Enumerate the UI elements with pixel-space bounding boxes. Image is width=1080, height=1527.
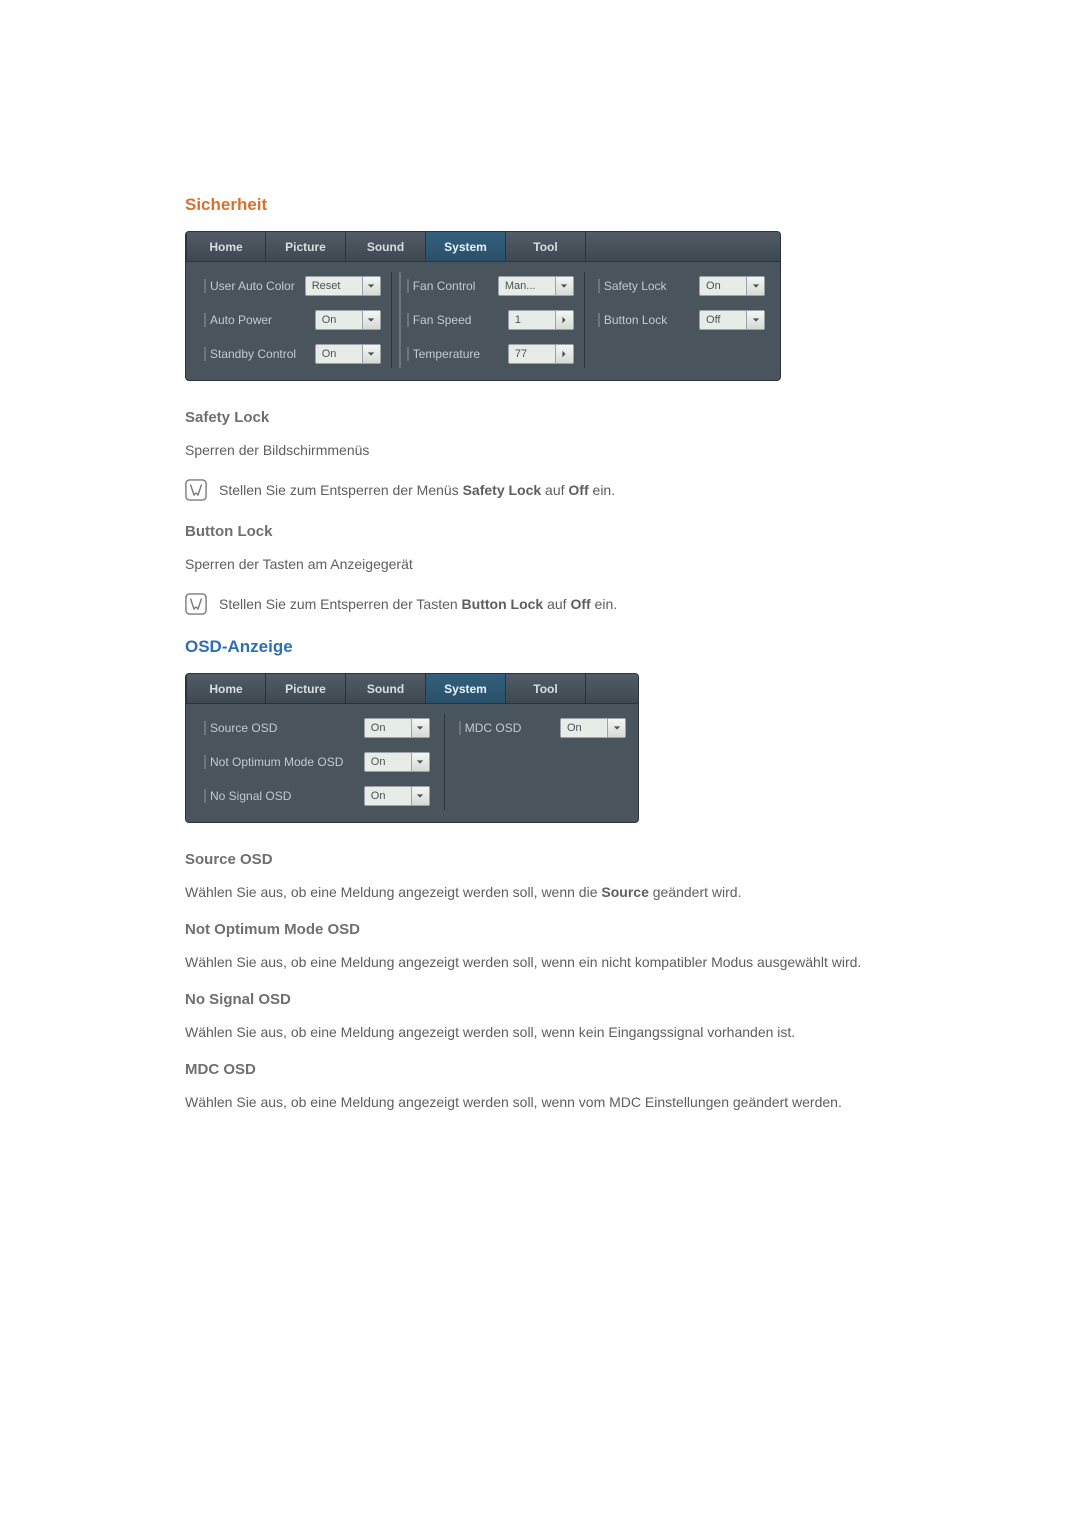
dropdown-user-auto-color[interactable]: Reset xyxy=(305,276,381,296)
desc-mdc-osd: Wählen Sie aus, ob eine Meldung angezeig… xyxy=(185,1092,895,1113)
tab-tool[interactable]: Tool xyxy=(506,232,586,261)
spinner-temperature[interactable]: 77 xyxy=(508,344,574,364)
heading-button-lock: Button Lock xyxy=(185,523,895,540)
desc-safety-lock: Sperren der Bildschirmmenüs xyxy=(185,440,895,461)
note-icon xyxy=(185,593,207,615)
desc-no-signal: Wählen Sie aus, ob eine Meldung angezeig… xyxy=(185,1022,895,1043)
note-button-lock: Stellen Sie zum Entsperren der Tasten Bu… xyxy=(219,594,617,615)
note-safety-lock: Stellen Sie zum Entsperren der Menüs Saf… xyxy=(219,480,615,501)
chevron-down-icon[interactable] xyxy=(411,719,429,737)
label-source-osd: Source OSD xyxy=(204,721,277,735)
heading-safety-lock: Safety Lock xyxy=(185,409,895,426)
tab-system[interactable]: System xyxy=(426,232,506,261)
chevron-right-icon[interactable] xyxy=(555,311,573,329)
label-not-optimum: Not Optimum Mode OSD xyxy=(204,755,343,769)
desc-source-osd: Wählen Sie aus, ob eine Meldung angezeig… xyxy=(185,882,895,903)
dropdown-standby-control[interactable]: On xyxy=(315,344,381,364)
chevron-down-icon[interactable] xyxy=(607,719,625,737)
chevron-down-icon[interactable] xyxy=(746,277,764,295)
dropdown-fan-control[interactable]: Man... xyxy=(498,276,574,296)
tab-row: Home Picture Sound System Tool xyxy=(186,232,780,262)
label-temperature: Temperature xyxy=(407,347,480,361)
desc-not-optimum: Wählen Sie aus, ob eine Meldung angezeig… xyxy=(185,952,895,973)
dropdown-auto-power[interactable]: On xyxy=(315,310,381,330)
tab-system[interactable]: System xyxy=(426,674,506,703)
dropdown-button-lock[interactable]: Off xyxy=(699,310,765,330)
tab-home[interactable]: Home xyxy=(186,674,266,703)
heading-no-signal: No Signal OSD xyxy=(185,991,895,1008)
chevron-down-icon[interactable] xyxy=(362,345,380,363)
chevron-right-icon[interactable] xyxy=(555,345,573,363)
label-user-auto-color: User Auto Color xyxy=(204,279,295,293)
chevron-down-icon[interactable] xyxy=(411,787,429,805)
label-standby-control: Standby Control xyxy=(204,347,296,361)
label-fan-speed: Fan Speed xyxy=(407,313,472,327)
heading-osd: OSD-Anzeige xyxy=(185,637,895,657)
tab-picture[interactable]: Picture xyxy=(266,232,346,261)
chevron-down-icon[interactable] xyxy=(555,277,573,295)
chevron-down-icon[interactable] xyxy=(362,311,380,329)
dropdown-no-signal[interactable]: On xyxy=(364,786,430,806)
tab-picture[interactable]: Picture xyxy=(266,674,346,703)
chevron-down-icon[interactable] xyxy=(362,277,380,295)
heading-mdc-osd: MDC OSD xyxy=(185,1061,895,1078)
label-auto-power: Auto Power xyxy=(204,313,272,327)
desc-button-lock: Sperren der Tasten am Anzeigegerät xyxy=(185,554,895,575)
heading-not-optimum: Not Optimum Mode OSD xyxy=(185,921,895,938)
label-fan-control: Fan Control xyxy=(407,279,476,293)
dropdown-safety-lock[interactable]: On xyxy=(699,276,765,296)
label-mdc-osd: MDC OSD xyxy=(459,721,522,735)
tab-home[interactable]: Home xyxy=(186,232,266,261)
tab-tool[interactable]: Tool xyxy=(506,674,586,703)
heading-source-osd: Source OSD xyxy=(185,851,895,868)
label-button-lock: Button Lock xyxy=(598,313,667,327)
dropdown-mdc-osd[interactable]: On xyxy=(560,718,626,738)
chevron-down-icon[interactable] xyxy=(411,753,429,771)
heading-security: Sicherheit xyxy=(185,195,895,215)
osd-panel: Home Picture Sound System Tool Source OS… xyxy=(185,673,639,823)
spinner-fan-speed[interactable]: 1 xyxy=(508,310,574,330)
label-no-signal: No Signal OSD xyxy=(204,789,291,803)
chevron-down-icon[interactable] xyxy=(746,311,764,329)
tab-row: Home Picture Sound System Tool xyxy=(186,674,638,704)
security-panel: Home Picture Sound System Tool User Auto… xyxy=(185,231,781,381)
tab-sound[interactable]: Sound xyxy=(346,232,426,261)
dropdown-not-optimum[interactable]: On xyxy=(364,752,430,772)
dropdown-source-osd[interactable]: On xyxy=(364,718,430,738)
label-safety-lock: Safety Lock xyxy=(598,279,667,293)
tab-sound[interactable]: Sound xyxy=(346,674,426,703)
note-icon xyxy=(185,479,207,501)
